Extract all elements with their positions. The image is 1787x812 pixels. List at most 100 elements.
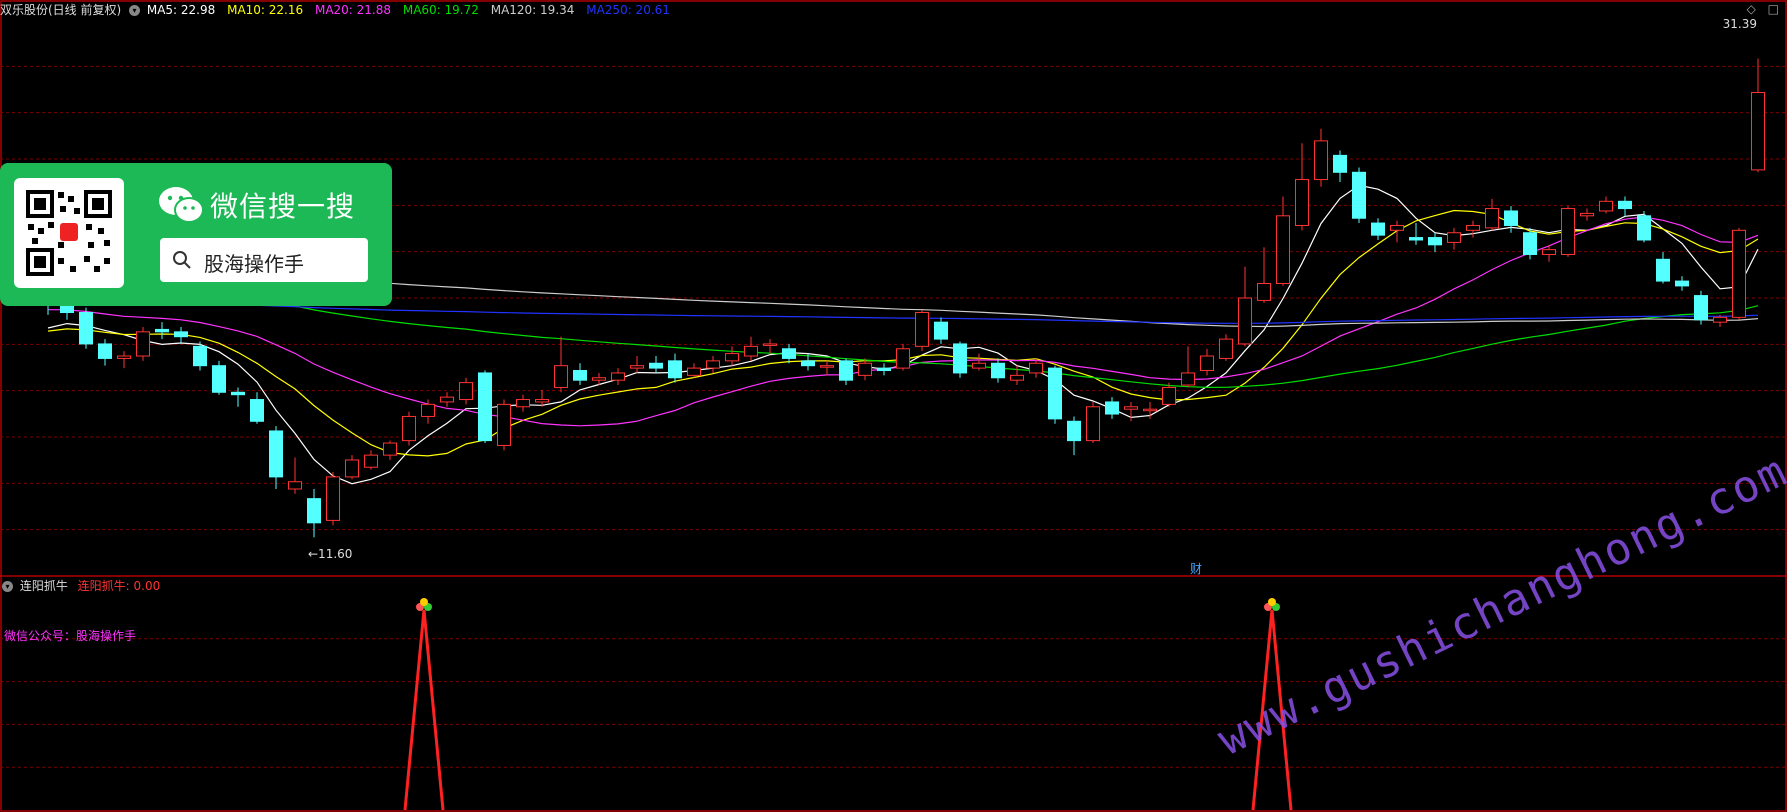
candle-body-up [554,365,568,388]
candle-body-up [630,365,644,369]
indicator-value: 连阳抓牛: 0.00 [77,579,161,593]
candle-body-down [193,345,207,367]
candle-body-down [79,312,93,345]
candle-body-up [459,382,473,401]
candle-body-up [1485,208,1499,229]
candle-body-up [117,355,131,359]
candle-body-down [1523,232,1537,255]
ma20-label: MA20: 21.88 [314,3,392,17]
candle-body-down [1656,258,1670,282]
candle-body-down [953,343,967,374]
candle-body-down [934,321,948,340]
candle-body-down [1105,401,1119,415]
candle-body-up [1010,374,1024,381]
signal-spike [403,609,445,811]
candle-body-up [1751,92,1765,171]
signal-dot [420,598,428,606]
indicator-settings-icon[interactable]: ▾ [2,581,13,592]
candle-body-up [915,312,929,347]
search-icon [173,251,191,269]
candle-body-up [383,442,397,456]
candle-body-up [497,403,511,446]
candle-body-up [288,481,302,490]
ma10-label: MA10: 22.16 [227,3,304,17]
candle-body-up [440,396,454,403]
price-chart[interactable] [0,0,1787,812]
candle-body-up [1599,200,1613,212]
stock-title: 双乐股份(日线 前复权) [0,3,122,17]
candle-body-down [269,430,283,478]
candle-body-down [839,360,853,381]
candle-body-up [744,345,758,357]
candle-body-up [1466,224,1480,231]
candle-body-down [573,370,587,381]
candle-body-down [231,391,245,396]
promo-title: 微信搜一搜 [210,190,356,223]
indicator-legend: ▾ 连阳抓牛 连阳抓牛: 0.00 [0,576,160,596]
candle-body-down [212,365,226,393]
candle-body-down [98,343,112,359]
window-controls[interactable]: ◇ □ [1747,2,1783,16]
candle-body-up [858,362,872,376]
candle-body-down [174,331,188,338]
promo-search-box[interactable]: 股海操作手 [160,238,368,282]
candle-body-up [763,343,777,346]
gear-circle-icon[interactable]: ▾ [129,5,141,16]
low-price-label: ←11.60 [308,547,353,561]
high-price-label: 31.39 [1722,17,1757,31]
candle-body-down [1371,222,1385,236]
ma120-label: MA120: 19.34 [490,3,575,17]
candle-body-up [1580,212,1594,217]
candle-body-up [326,476,340,521]
candle-body-up [1162,386,1176,405]
public-account-label: 微信公众号：股海操作手 [4,629,137,643]
candle-body-up [1390,224,1404,231]
ma5-label: MA5: 22.98 [146,3,216,17]
candle-body-down [991,362,1005,379]
candle-body-up [1238,297,1252,345]
candle-body-up [1447,232,1461,243]
candle-body-up [1732,229,1746,318]
candle-body-up [1219,338,1233,359]
candle-body-down [1333,154,1347,173]
candle-body-up [1124,406,1138,410]
candle-body-up [1314,140,1328,181]
ma250-label: MA250: 20.61 [586,3,670,17]
candle-body-up [1181,372,1195,386]
candle-body-down [1675,280,1689,287]
promo-search-text: 股海操作手 [204,252,304,276]
chart-window: 双乐股份(日线 前复权) ▾ MA5: 22.98 MA10: 22.16 MA… [0,0,1787,812]
candle-body-up [1143,408,1157,412]
candle-body-down [782,348,796,359]
candle-body-down [668,360,682,379]
candle-body-down [877,367,891,372]
candle-body-up [136,331,150,357]
candle-body-down [801,360,815,367]
finance-marker[interactable]: 财 [1190,560,1202,577]
candle-body-down [307,498,321,524]
candle-body-up [706,360,720,369]
candle-body-up [1257,282,1271,301]
candle-body-down [1067,420,1081,442]
main-legend: 双乐股份(日线 前复权) ▾ MA5: 22.98 MA10: 22.16 MA… [0,0,678,20]
ma60-label: MA60: 19.72 [402,3,479,17]
candle-body-up [972,362,986,369]
candle-body-down [1504,210,1518,226]
candle-body-up [535,399,549,403]
candle-body-down [1352,171,1366,219]
candle-body-up [402,415,416,442]
candle-body-down [478,372,492,442]
promo-banner[interactable]: 微信搜一搜 股海操作手 [0,163,392,306]
candle-body-down [1048,367,1062,420]
candle-body-up [592,377,606,381]
chart-frame [0,0,1787,812]
signal-dot [1268,598,1276,606]
candle-body-up [725,353,739,362]
candle-body-down [1428,237,1442,246]
candle-body-up [1542,249,1556,255]
candle-body-up [611,372,625,381]
candle-body-down [155,328,169,333]
candle-body-up [1276,215,1290,284]
candle-body-up [1029,362,1043,374]
candle-body-up [1713,316,1727,323]
